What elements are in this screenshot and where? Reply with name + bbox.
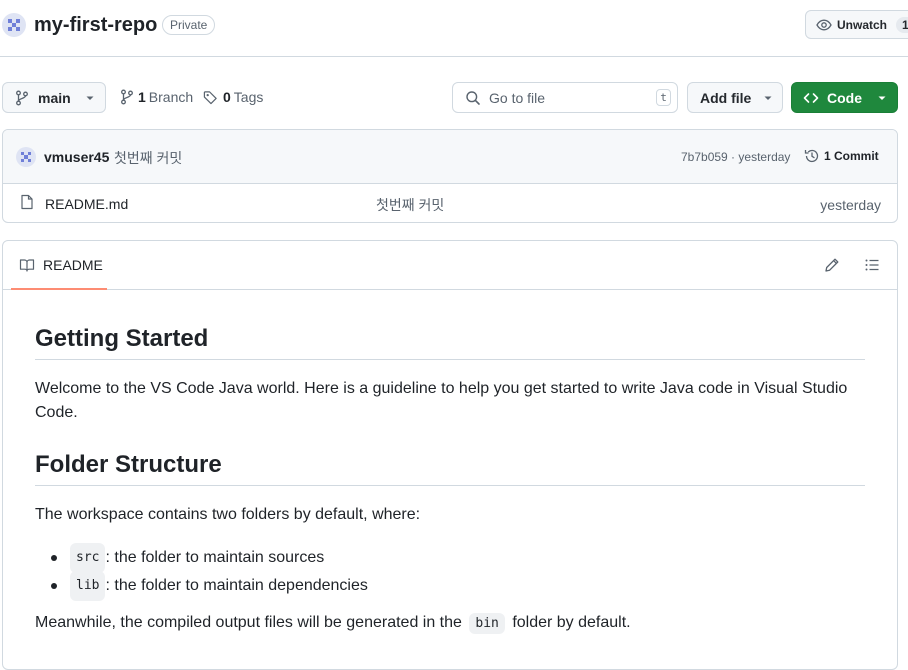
commit-author[interactable]: vmuser45	[44, 149, 109, 165]
file-commit-time: yesterday	[820, 197, 881, 213]
readme-heading-folder-structure: Folder Structure	[35, 451, 222, 478]
inline-code: lib	[70, 571, 106, 601]
inline-code: bin	[469, 613, 505, 634]
chevron-down-icon	[85, 93, 95, 103]
branches-link[interactable]: 1 Branch	[120, 89, 193, 105]
commits-label: 1 Commit	[824, 149, 879, 163]
code-label: Code	[827, 89, 862, 106]
file-icon	[19, 194, 35, 210]
bullet	[51, 583, 57, 589]
history-icon	[804, 148, 820, 164]
author-avatar	[16, 147, 36, 167]
readme-panel: README Getting Started Welcome to the VS…	[2, 240, 898, 670]
search-icon	[465, 90, 481, 106]
readme-tab-bar: README	[3, 241, 897, 290]
tags-link[interactable]: 0 Tags	[203, 89, 263, 105]
go-to-file-search[interactable]: Go to file t	[452, 82, 678, 113]
outline-list-icon[interactable]	[864, 257, 880, 273]
repo-avatar	[2, 13, 26, 37]
add-file-label: Add file	[700, 89, 752, 106]
heading-rule	[35, 485, 865, 486]
readme-list-item: lib : the folder to maintain dependencie…	[51, 571, 368, 601]
repo-name[interactable]: my-first-repo	[34, 14, 157, 37]
paragraph-text: folder by default.	[512, 614, 631, 631]
chevron-down-icon	[763, 93, 773, 103]
code-brackets-icon	[803, 90, 819, 106]
visibility-badge: Private	[162, 15, 216, 35]
watch-count: 1	[896, 16, 908, 33]
eye-icon	[816, 17, 832, 33]
branch-count: 1	[138, 89, 146, 105]
bullet	[51, 555, 57, 561]
file-commit-message[interactable]: 첫번째 커밋	[376, 195, 444, 215]
paragraph-text: Meanwhile, the compiled output files wil…	[35, 614, 462, 631]
list-item-text: : the folder to maintain dependencies	[105, 577, 368, 594]
commit-sha[interactable]: 7b7b059	[681, 150, 728, 164]
add-file-button[interactable]: Add file	[687, 82, 783, 113]
pencil-icon[interactable]	[824, 257, 840, 273]
readme-tab-label: README	[43, 257, 103, 273]
unwatch-button[interactable]: Unwatch 1	[805, 10, 908, 39]
git-branch-icon	[15, 90, 29, 106]
readme-paragraph-output: Meanwhile, the compiled output files wil…	[35, 611, 631, 636]
header-divider	[0, 56, 908, 57]
list-item-text: : the folder to maintain sources	[105, 549, 325, 566]
file-browser: vmuser45 첫번째 커밋 7b7b059 · yesterday 1 Co…	[2, 129, 898, 223]
readme-paragraph-welcome: Welcome to the VS Code Java world. Here …	[35, 380, 848, 421]
branch-name: main	[38, 89, 71, 106]
file-name[interactable]: README.md	[45, 196, 128, 212]
search-shortcut-key: t	[656, 89, 671, 106]
tag-count-label: Tags	[233, 89, 264, 105]
latest-commit-bar: vmuser45 첫번째 커밋 7b7b059 · yesterday 1 Co…	[3, 130, 897, 184]
readme-heading-getting-started: Getting Started	[35, 325, 209, 352]
book-icon	[19, 257, 35, 273]
branch-selector[interactable]: main	[2, 82, 106, 113]
commit-time: yesterday	[738, 150, 791, 164]
git-branch-icon	[120, 89, 134, 105]
code-button[interactable]: Code	[791, 82, 898, 113]
commits-link[interactable]: 1 Commit	[804, 148, 879, 164]
tag-count: 0	[223, 89, 231, 105]
readme-paragraph-workspace: The workspace contains two folders by de…	[35, 506, 421, 523]
readme-list-item: src : the folder to maintain sources	[51, 543, 324, 573]
commit-meta: 7b7b059 · yesterday	[681, 150, 791, 164]
chevron-down-icon	[877, 93, 887, 103]
inline-code: src	[70, 543, 106, 573]
commit-message[interactable]: 첫번째 커밋	[114, 148, 182, 168]
readme-tab-underline	[11, 288, 107, 290]
file-row[interactable]: README.md 첫번째 커밋 yesterday	[3, 183, 897, 222]
readme-tab[interactable]: README	[11, 241, 107, 290]
heading-rule	[35, 359, 865, 360]
unwatch-label: Unwatch	[837, 17, 888, 32]
search-placeholder: Go to file	[489, 90, 546, 106]
tag-icon	[203, 90, 218, 105]
branch-count-label: Branch	[148, 89, 194, 105]
